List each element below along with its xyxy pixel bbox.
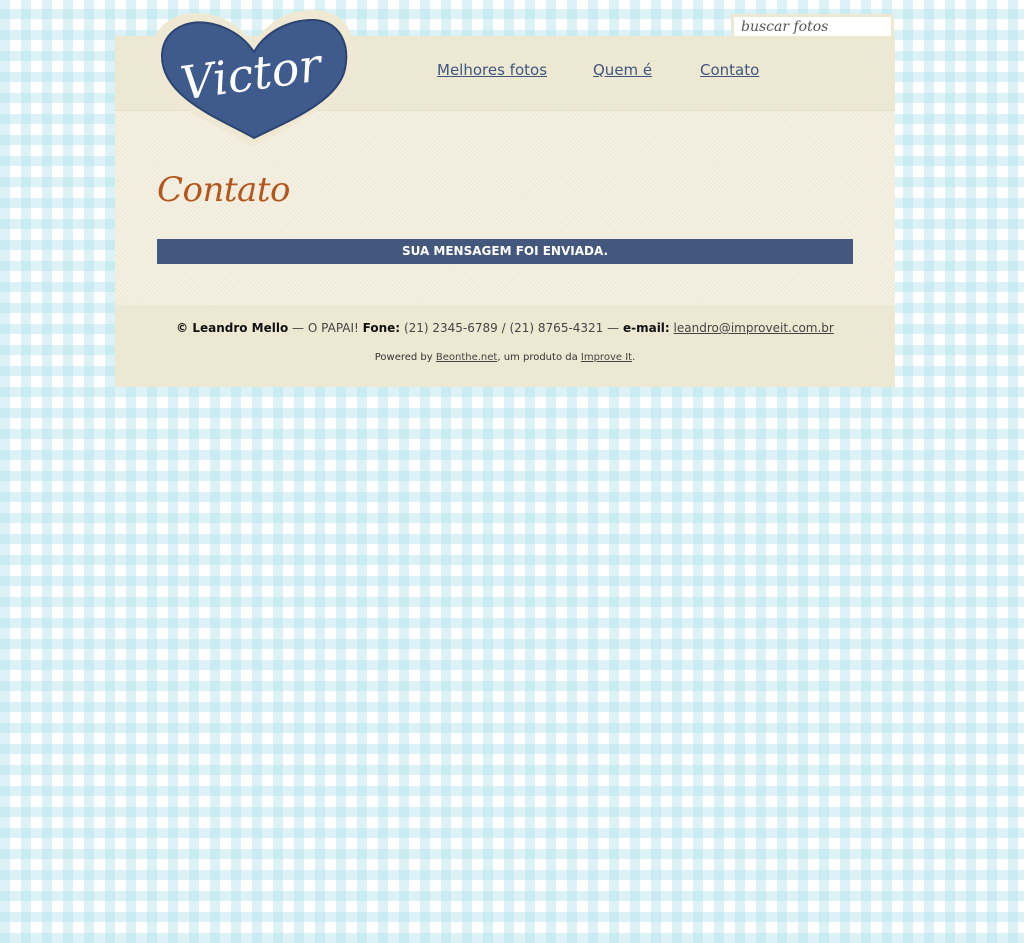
footer-powered-line: Powered by Beonthe.net, um produto da Im…: [115, 352, 895, 363]
footer-email-link[interactable]: leandro@improveit.com.br: [674, 321, 834, 335]
search-input[interactable]: [731, 14, 894, 36]
footer-powered-prefix: Powered by: [374, 352, 436, 363]
footer-beonthe-link[interactable]: Beonthe.net: [436, 352, 497, 363]
success-message-bar: SUA MENSAGEM FOI ENVIADA.: [157, 239, 853, 264]
footer-tagline: O PAPAI!: [307, 321, 359, 335]
nav-melhores-fotos[interactable]: Melhores fotos: [437, 61, 547, 79]
footer-improveit-link[interactable]: Improve It: [581, 352, 632, 363]
footer-contact-line: © Leandro Mello — O PAPAI! Fone: (21) 23…: [115, 321, 895, 335]
nav-contato[interactable]: Contato: [700, 61, 759, 79]
page-title: Contato: [157, 170, 290, 210]
footer-powered-suffix: .: [632, 352, 636, 363]
footer-phone-label: Fone:: [362, 321, 401, 335]
nav-quem-e[interactable]: Quem é: [593, 61, 652, 79]
footer-phones: (21) 2345-6789 / (21) 8765-4321: [403, 321, 604, 335]
footer-powered-middle: , um produto da: [497, 352, 581, 363]
logo-heart[interactable]: Victor: [148, 6, 358, 148]
footer-dash: —: [603, 321, 623, 335]
footer-dash: —: [288, 321, 308, 335]
footer-email-label: e-mail:: [622, 321, 670, 335]
footer-copyright: © Leandro Mello: [176, 321, 289, 335]
